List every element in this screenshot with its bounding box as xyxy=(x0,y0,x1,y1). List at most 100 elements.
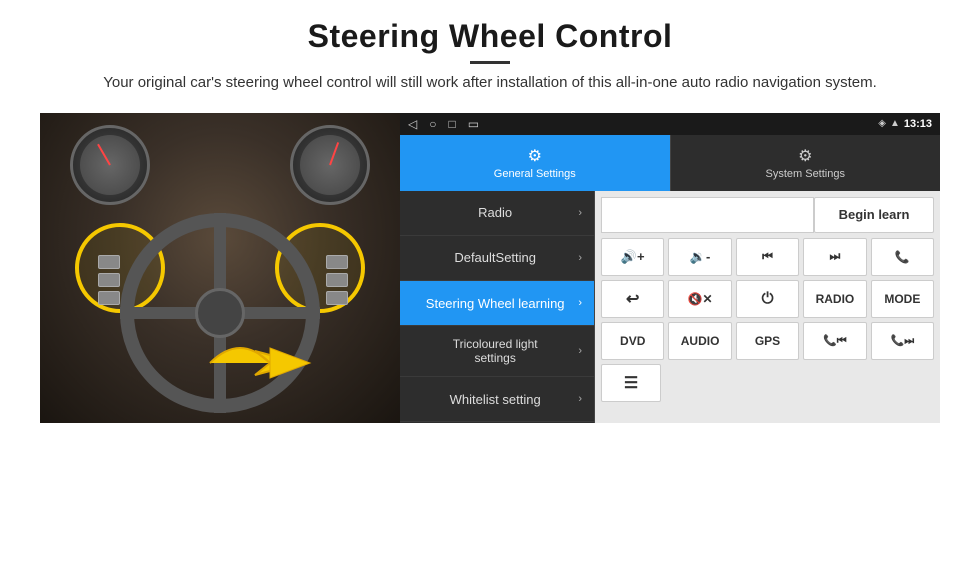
gps-label: GPS xyxy=(755,334,780,348)
menu-item-tricoloured[interactable]: Tricoloured lightsettings › xyxy=(400,326,594,377)
phone-answer-icon: 📞 xyxy=(895,250,910,264)
arrow-container xyxy=(200,323,320,403)
phone-next-button[interactable]: 📞⏭ xyxy=(871,322,934,360)
title-divider xyxy=(470,61,510,64)
menu-default-chevron: › xyxy=(578,252,582,264)
menu-steering-chevron: › xyxy=(578,297,582,309)
menu-whitelist-chevron: › xyxy=(578,393,582,405)
recents-nav-icon: □ xyxy=(448,117,455,131)
vol-down-button[interactable]: 🔉- xyxy=(668,238,731,276)
sw-btn-6 xyxy=(326,291,348,305)
sw-btn-2 xyxy=(98,273,120,287)
mute-icon: 🔇✕ xyxy=(688,292,713,306)
mode-label: MODE xyxy=(884,292,920,306)
audio-label: AUDIO xyxy=(681,334,720,348)
menu-whitelist-label: Whitelist setting xyxy=(412,392,578,407)
sw-btn-1 xyxy=(98,255,120,269)
menu-icon-button[interactable]: ☰ xyxy=(601,364,661,402)
menu-radio-label: Radio xyxy=(412,205,578,220)
vol-up-icon: 🔊+ xyxy=(621,249,645,265)
menu-radio-chevron: › xyxy=(578,207,582,219)
gauge-left xyxy=(70,125,150,205)
menu-item-default[interactable]: DefaultSetting › xyxy=(400,236,594,281)
tab-bar: ⚙ General Settings ⚙ System Settings xyxy=(400,135,940,191)
steering-wheel-bg xyxy=(40,113,400,423)
radio-label: RADIO xyxy=(816,292,855,306)
status-bar-right: ◈ ▲ 13:13 xyxy=(878,118,932,130)
title-section: Steering Wheel Control Your original car… xyxy=(103,18,877,107)
gauge-needle-left xyxy=(97,143,111,165)
power-icon: ⏻ xyxy=(762,290,774,307)
gauge-inner-right xyxy=(300,135,360,195)
power-button[interactable]: ⏻ xyxy=(736,280,799,318)
begin-learn-button[interactable]: Begin learn xyxy=(814,197,934,233)
system-settings-icon: ⚙ xyxy=(798,146,812,166)
location-status-icon: ◈ xyxy=(878,118,886,129)
sw-btn-3 xyxy=(98,291,120,305)
tab-system-label: System Settings xyxy=(766,168,845,180)
hang-up-icon: ↩ xyxy=(626,289,639,309)
status-time: 13:13 xyxy=(904,118,932,130)
menu-tricoloured-label: Tricoloured lightsettings xyxy=(412,337,578,365)
phone-answer-button[interactable]: 📞 xyxy=(871,238,934,276)
tab-general-settings[interactable]: ⚙ General Settings xyxy=(400,135,670,191)
back-nav-icon: ◁ xyxy=(408,117,417,131)
menu-tricoloured-chevron: › xyxy=(578,345,582,357)
vol-down-icon: 🔉- xyxy=(690,249,711,265)
screen-nav-icon: ▭ xyxy=(468,117,479,131)
control-grid: 🔊+ 🔉- ⏮ ⏭ 📞 xyxy=(601,238,934,402)
left-menu: Radio › DefaultSetting › Steering Wheel … xyxy=(400,191,595,423)
audio-button[interactable]: AUDIO xyxy=(668,322,731,360)
page-container: Steering Wheel Control Your original car… xyxy=(0,0,980,562)
home-nav-icon: ○ xyxy=(429,117,436,131)
menu-item-steering[interactable]: Steering Wheel learning › xyxy=(400,281,594,326)
tab-general-label: General Settings xyxy=(494,168,576,180)
content-row: ◁ ○ □ ▭ ◈ ▲ 13:13 ⚙ General Settings xyxy=(40,113,940,423)
begin-learn-row: Begin learn xyxy=(601,197,934,233)
menu-steering-label: Steering Wheel learning xyxy=(412,296,578,311)
mode-button[interactable]: MODE xyxy=(871,280,934,318)
right-panel: Begin learn 🔊+ 🔉- ⏮ xyxy=(595,191,940,423)
arrow-icon xyxy=(200,323,320,403)
sw-btn-4 xyxy=(326,255,348,269)
vol-up-button[interactable]: 🔊+ xyxy=(601,238,664,276)
radio-button[interactable]: RADIO xyxy=(803,280,866,318)
phone-prev-button[interactable]: 📞⏮ xyxy=(803,322,866,360)
general-settings-icon: ⚙ xyxy=(528,146,542,166)
ctrl-row-1: 🔊+ 🔉- ⏮ ⏭ 📞 xyxy=(601,238,934,276)
phone-prev-icon: 📞⏮ xyxy=(823,334,847,348)
prev-track-icon: ⏮ xyxy=(762,249,773,264)
gps-button[interactable]: GPS xyxy=(736,322,799,360)
dvd-label: DVD xyxy=(620,334,645,348)
menu-area: Radio › DefaultSetting › Steering Wheel … xyxy=(400,191,940,423)
menu-default-label: DefaultSetting xyxy=(412,250,578,265)
gauge-needle-right xyxy=(329,142,339,165)
menu-item-whitelist[interactable]: Whitelist setting › xyxy=(400,377,594,422)
mute-button[interactable]: 🔇✕ xyxy=(668,280,731,318)
page-subtitle: Your original car's steering wheel contr… xyxy=(103,72,877,95)
gauge-right xyxy=(290,125,370,205)
menu-icon: ☰ xyxy=(624,373,638,393)
prev-track-button[interactable]: ⏮ xyxy=(736,238,799,276)
ctrl-row-3: DVD AUDIO GPS 📞⏮ xyxy=(601,322,934,360)
hang-up-button[interactable]: ↩ xyxy=(601,280,664,318)
android-ui: ◁ ○ □ ▭ ◈ ▲ 13:13 ⚙ General Settings xyxy=(400,113,940,423)
ctrl-row-2: ↩ 🔇✕ ⏻ RADIO MO xyxy=(601,280,934,318)
gauge-inner-left xyxy=(80,135,140,195)
next-track-icon: ⏭ xyxy=(830,249,841,264)
status-bar-left: ◁ ○ □ ▭ xyxy=(408,117,479,131)
tab-system-settings[interactable]: ⚙ System Settings xyxy=(670,135,941,191)
ctrl-row-4: ☰ xyxy=(601,364,934,402)
next-track-button[interactable]: ⏭ xyxy=(803,238,866,276)
wifi-status-icon: ▲ xyxy=(890,118,900,129)
sw-btn-group-left xyxy=(98,255,120,305)
menu-item-radio[interactable]: Radio › xyxy=(400,191,594,236)
status-bar: ◁ ○ □ ▭ ◈ ▲ 13:13 xyxy=(400,113,940,135)
sw-btn-5 xyxy=(326,273,348,287)
sw-btn-group-right xyxy=(326,255,348,305)
learn-input-area xyxy=(601,197,814,233)
dvd-button[interactable]: DVD xyxy=(601,322,664,360)
page-title: Steering Wheel Control xyxy=(103,18,877,55)
car-image xyxy=(40,113,400,423)
phone-next-icon: 📞⏭ xyxy=(891,334,915,348)
